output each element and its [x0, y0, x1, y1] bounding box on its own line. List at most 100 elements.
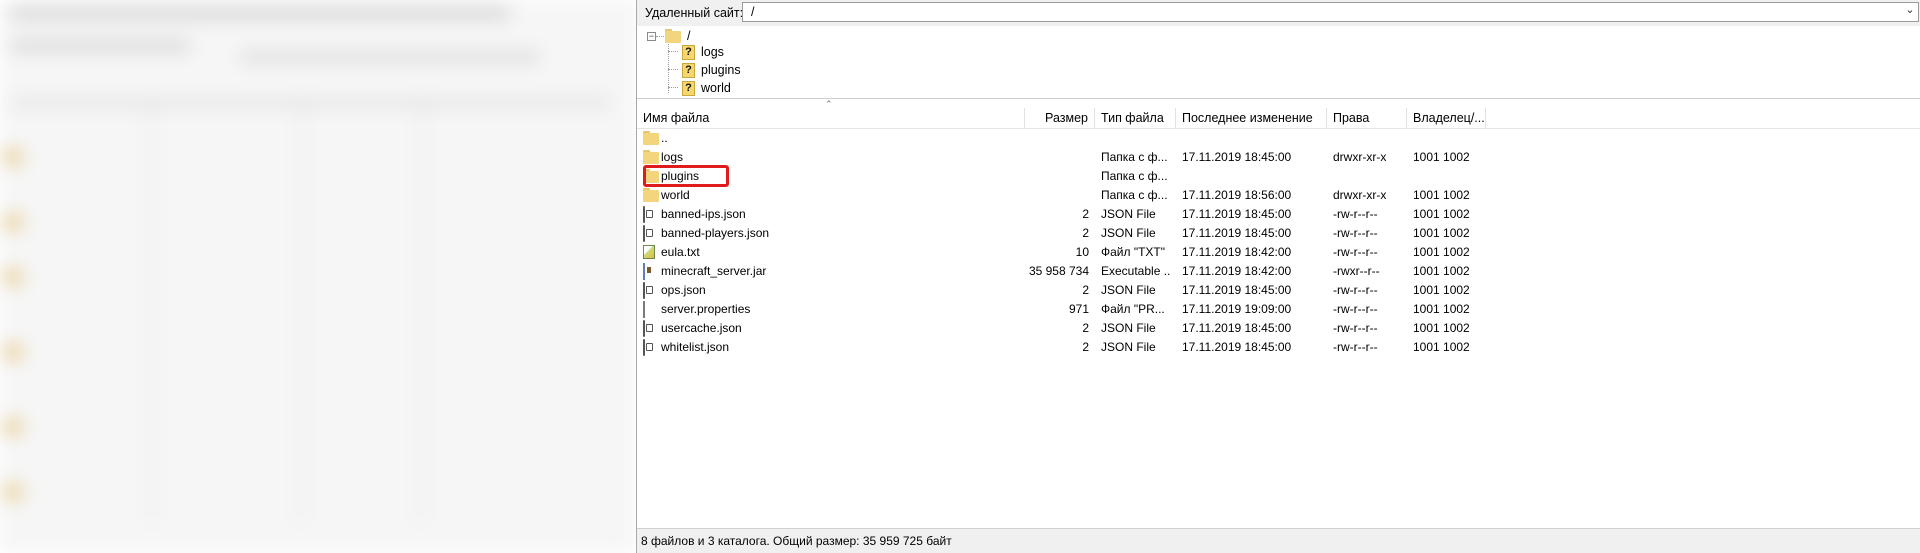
file-modified: 17.11.2019 18:45:00 — [1182, 321, 1292, 335]
json-file-icon — [643, 225, 645, 242]
tree-node-label: plugins — [701, 63, 741, 77]
file-name: banned-players.json — [661, 226, 770, 240]
folder-icon — [643, 131, 659, 145]
file-size: 35 958 734 — [1028, 264, 1089, 278]
tree-node-label: world — [701, 81, 731, 95]
json-file-icon — [643, 320, 645, 337]
file-row-parent[interactable]: .. — [637, 129, 1920, 148]
file-modified: 17.11.2019 18:42:00 — [1182, 264, 1292, 278]
file-owner: 1001 1002 — [1413, 188, 1470, 202]
file-modified: 17.11.2019 18:45:00 — [1182, 340, 1292, 354]
file-type: Папка с ф... — [1101, 150, 1168, 164]
tree-collapse-toggle[interactable]: − — [647, 32, 656, 41]
file-permissions: -rw-r--r-- — [1333, 340, 1378, 354]
file-owner: 1001 1002 — [1413, 207, 1470, 221]
highlight-box — [643, 165, 729, 187]
remote-path-input[interactable]: / — [742, 2, 1919, 22]
question-mark-icon: ? — [682, 62, 695, 78]
file-row[interactable]: whitelist.json 2 JSON File 17.11.2019 18… — [637, 338, 1920, 357]
file-row[interactable]: server.properties 971 Файл "PR... 17.11.… — [637, 300, 1920, 319]
jar-file-icon — [643, 263, 645, 280]
file-type: JSON File — [1101, 321, 1156, 335]
column-header-permissions[interactable]: Права — [1327, 108, 1407, 128]
file-type: JSON File — [1101, 207, 1156, 221]
tree-node-root[interactable]: / — [665, 28, 690, 44]
file-permissions: drwxr-xr-x — [1333, 150, 1387, 164]
file-owner: 1001 1002 — [1413, 302, 1470, 316]
file-size: 2 — [1082, 340, 1089, 354]
file-name: ops.json — [661, 283, 706, 297]
file-type: Executable ... — [1101, 264, 1171, 278]
file-permissions: -rw-r--r-- — [1333, 226, 1378, 240]
file-size: 2 — [1082, 321, 1089, 335]
text-file-icon — [643, 245, 655, 259]
remote-site-pane: Удаленный сайт: / ⌄ − / ? logs ? plugins… — [636, 0, 1920, 553]
file-type: Файл "PR... — [1101, 302, 1165, 316]
file-permissions: -rw-r--r-- — [1333, 207, 1378, 221]
document-icon — [643, 301, 645, 318]
local-site-pane — [0, 0, 636, 553]
file-name: .. — [661, 131, 668, 145]
file-row[interactable]: plugins Папка с ф... — [637, 167, 1920, 186]
folder-icon — [665, 29, 681, 43]
file-row[interactable]: banned-players.json 2 JSON File 17.11.20… — [637, 224, 1920, 243]
file-row[interactable]: logs Папка с ф... 17.11.2019 18:45:00 dr… — [637, 148, 1920, 167]
file-type: Файл "TXT" — [1101, 245, 1166, 259]
file-name: minecraft_server.jar — [661, 264, 767, 278]
tree-node-label: / — [687, 29, 691, 43]
file-type: JSON File — [1101, 226, 1156, 240]
file-row[interactable]: world Папка с ф... 17.11.2019 18:56:00 d… — [637, 186, 1920, 205]
column-header-modified[interactable]: Последнее изменение — [1176, 108, 1327, 128]
file-type: Папка с ф... — [1101, 169, 1168, 183]
file-row[interactable]: minecraft_server.jar 35 958 734 Executab… — [637, 262, 1920, 281]
file-owner: 1001 1002 — [1413, 340, 1470, 354]
tree-node-label: logs — [701, 45, 724, 59]
file-row[interactable]: ops.json 2 JSON File 17.11.2019 18:45:00… — [637, 281, 1920, 300]
file-owner: 1001 1002 — [1413, 150, 1470, 164]
file-name: whitelist.json — [661, 340, 730, 354]
file-permissions: drwxr-xr-x — [1333, 188, 1387, 202]
file-modified: 17.11.2019 18:45:00 — [1182, 226, 1292, 240]
file-row[interactable]: banned-ips.json 2 JSON File 17.11.2019 1… — [637, 205, 1920, 224]
question-mark-icon: ? — [682, 80, 695, 96]
file-permissions: -rw-r--r-- — [1333, 245, 1378, 259]
file-modified: 17.11.2019 18:56:00 — [1182, 188, 1292, 202]
file-row[interactable]: eula.txt 10 Файл "TXT" 17.11.2019 18:42:… — [637, 243, 1920, 262]
json-file-icon — [643, 282, 645, 299]
folder-icon — [643, 188, 659, 202]
remote-directory-tree: − / ? logs ? plugins ? world — [637, 26, 1920, 99]
file-modified: 17.11.2019 18:45:00 — [1182, 283, 1292, 297]
file-permissions: -rw-r--r-- — [1333, 302, 1378, 316]
column-header-owner[interactable]: Владелец/... — [1407, 108, 1486, 128]
chevron-down-icon[interactable]: ⌄ — [1903, 2, 1917, 18]
column-header-size[interactable]: Размер — [1025, 108, 1095, 128]
tree-node-plugins[interactable]: ? plugins — [682, 62, 741, 78]
json-file-icon — [643, 206, 645, 223]
status-summary: 8 файлов и 3 каталога. Общий размер: 35 … — [641, 534, 952, 548]
tree-node-world[interactable]: ? world — [682, 80, 731, 96]
file-modified: 17.11.2019 18:45:00 — [1182, 150, 1292, 164]
file-owner: 1001 1002 — [1413, 283, 1470, 297]
file-size: 2 — [1082, 283, 1089, 297]
json-file-icon — [643, 339, 645, 356]
remote-site-bar: Удаленный сайт: / ⌄ — [637, 0, 1920, 27]
file-permissions: -rw-r--r-- — [1333, 283, 1378, 297]
file-modified: 17.11.2019 19:09:00 — [1182, 302, 1292, 316]
file-name: eula.txt — [661, 245, 700, 259]
file-owner: 1001 1002 — [1413, 226, 1470, 240]
status-bar: 8 файлов и 3 каталога. Общий размер: 35 … — [637, 528, 1920, 553]
column-header-type[interactable]: Тип файла — [1095, 108, 1176, 128]
tree-node-logs[interactable]: ? logs — [682, 44, 724, 60]
file-row[interactable]: usercache.json 2 JSON File 17.11.2019 18… — [637, 319, 1920, 338]
remote-site-label: Удаленный сайт: — [645, 6, 744, 20]
file-type: JSON File — [1101, 340, 1156, 354]
folder-icon — [643, 150, 659, 164]
file-size: 2 — [1082, 226, 1089, 240]
file-size: 971 — [1068, 302, 1089, 316]
remote-path-value: / — [751, 5, 755, 19]
file-name: usercache.json — [661, 321, 742, 335]
file-type: Папка с ф... — [1101, 188, 1168, 202]
file-list-header: Имя файла Размер Тип файла Последнее изм… — [637, 108, 1920, 129]
column-header-name[interactable]: Имя файла — [637, 108, 1025, 128]
file-name: banned-ips.json — [661, 207, 746, 221]
